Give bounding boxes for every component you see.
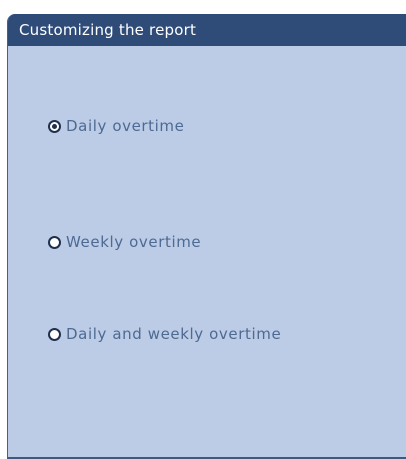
option-weekly-overtime[interactable]: Weekly overtime: [48, 233, 201, 251]
option-daily-overtime[interactable]: Daily overtime: [48, 117, 184, 135]
option-daily-overtime-label: Daily overtime: [66, 117, 185, 135]
panel-title: Customizing the report: [8, 14, 406, 46]
radio-daily-overtime[interactable]: [48, 119, 61, 133]
option-daily-and-weekly-overtime[interactable]: Daily and weekly overtime: [48, 325, 281, 343]
option-daily-and-weekly-overtime-label: Daily and weekly overtime: [66, 325, 282, 343]
radio-daily-and-weekly-overtime[interactable]: [48, 327, 61, 341]
option-weekly-overtime-label: Weekly overtime: [66, 233, 202, 251]
radio-weekly-overtime[interactable]: [48, 235, 61, 249]
report-customization-panel: Customizing the report Daily overtime We…: [7, 14, 406, 459]
